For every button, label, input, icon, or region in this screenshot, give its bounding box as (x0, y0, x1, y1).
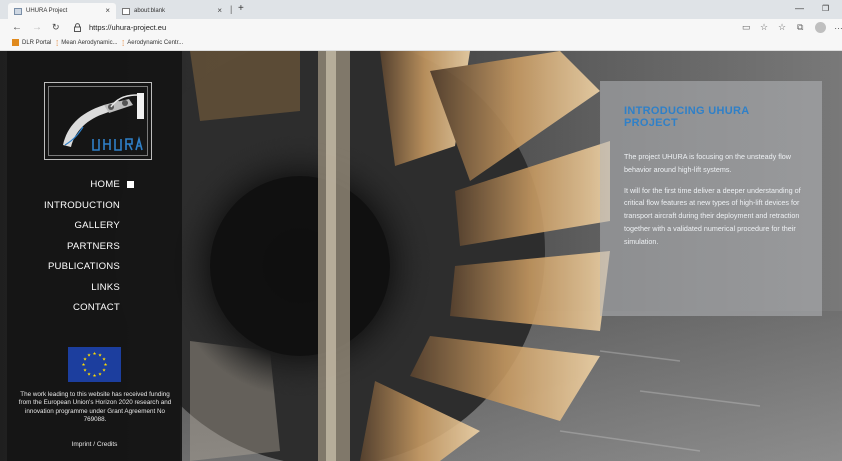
eu-star-icon: ★ (102, 357, 107, 362)
web-page: HOME INTRODUCTION GALLERY PARTNERS PUBLI… (0, 51, 842, 461)
add-favorite-icon[interactable]: ☆ (760, 22, 768, 33)
collections-icon[interactable]: ⧉ (797, 22, 803, 33)
favorite-label: DLR Portal (22, 39, 52, 46)
page-favicon-icon (14, 7, 22, 15)
intro-paragraph: The project UHURA is focusing on the uns… (624, 152, 791, 174)
tab-title: UHURA Project (26, 8, 68, 14)
nav-gallery[interactable]: GALLERY (7, 220, 182, 241)
tab-separator: | (230, 4, 233, 14)
more-options-icon[interactable]: … (834, 21, 842, 31)
new-tab-icon[interactable]: + (238, 3, 244, 14)
eu-star-icon: ★ (87, 372, 92, 377)
profile-avatar-icon[interactable] (815, 22, 826, 33)
imprint-credits-link[interactable]: Imprint / Credits (7, 441, 182, 448)
favorite-dlr-portal[interactable]: DLR Portal (12, 39, 51, 46)
eu-star-icon: ★ (87, 353, 92, 358)
main-navigation: HOME INTRODUCTION GALLERY PARTNERS PUBLI… (7, 179, 182, 323)
nav-publications[interactable]: PUBLICATIONS (7, 261, 182, 282)
intro-panel: INTRODUCING UHURA PROJECT The project UH… (600, 81, 822, 316)
nav-home[interactable]: HOME (7, 179, 182, 200)
browser-tab-bar: UHURA Project × about:blank × | + — ❐ (0, 0, 842, 19)
tab-title: about:blank (134, 8, 166, 14)
favorites-icon[interactable]: ☆ (778, 22, 786, 33)
eu-flag-icon: ★ ★ ★ ★ ★ ★ ★ ★ ★ ★ ★ ★ (68, 347, 121, 382)
eu-star-icon: ★ (102, 368, 107, 373)
nav-label: HOME (90, 179, 120, 190)
intro-title: INTRODUCING UHURA PROJECT (624, 105, 750, 129)
bookmark-icon: ⁞ (122, 39, 125, 48)
close-tab-icon[interactable]: × (105, 6, 110, 15)
logo-frame (48, 86, 148, 156)
url-input[interactable]: https://uhura-project.eu (89, 23, 166, 32)
favorite-aerodynamic-centr[interactable]: ⁞ Aerodynamic Centr... (122, 39, 184, 48)
funding-notice: The work leading to this website has rec… (18, 391, 172, 423)
forward-icon[interactable]: → (32, 22, 42, 33)
lock-icon (74, 23, 81, 32)
favorites-bar: DLR Portal ⁞ Mean Aerodynamic... ⁞ Aerod… (0, 37, 842, 51)
eu-star-icon: ★ (81, 362, 86, 367)
eu-star-icon: ★ (92, 351, 97, 356)
nav-partners[interactable]: PARTNERS (7, 241, 182, 262)
active-marker-icon (127, 181, 134, 188)
close-tab-icon[interactable]: × (217, 6, 222, 15)
nav-introduction[interactable]: INTRODUCTION (7, 200, 182, 221)
restore-icon[interactable]: ❐ (822, 4, 829, 13)
eu-star-icon: ★ (103, 362, 108, 367)
intro-paragraph: It will for the first time deliver a dee… (624, 185, 801, 246)
tab-about-blank[interactable]: about:blank × (116, 3, 228, 19)
nav-links[interactable]: LINKS (7, 282, 182, 303)
favorite-label: Aerodynamic Centr... (127, 39, 184, 46)
reader-view-icon[interactable]: ▭ (742, 22, 751, 33)
minimize-icon[interactable]: — (795, 3, 804, 13)
favorite-mean-aerodynamic[interactable]: ⁞ Mean Aerodynamic... (56, 39, 118, 48)
eu-star-icon: ★ (92, 373, 97, 378)
uhura-logo[interactable] (44, 82, 152, 160)
address-bar: ← → ↻ https://uhura-project.eu ▭ ☆ ☆ ⧉ … (0, 19, 842, 37)
bookmark-icon: ⁞ (56, 39, 59, 48)
reload-icon[interactable]: ↻ (52, 22, 60, 33)
favorite-label: Mean Aerodynamic... (61, 39, 118, 46)
nav-contact[interactable]: CONTACT (7, 302, 182, 323)
tab-uhura-project[interactable]: UHURA Project × (8, 3, 116, 19)
blank-page-icon (122, 7, 130, 15)
wing-flap-logo-icon (63, 93, 144, 151)
folder-icon (12, 39, 19, 46)
sidebar: HOME INTRODUCTION GALLERY PARTNERS PUBLI… (7, 51, 182, 461)
back-icon[interactable]: ← (12, 22, 22, 33)
